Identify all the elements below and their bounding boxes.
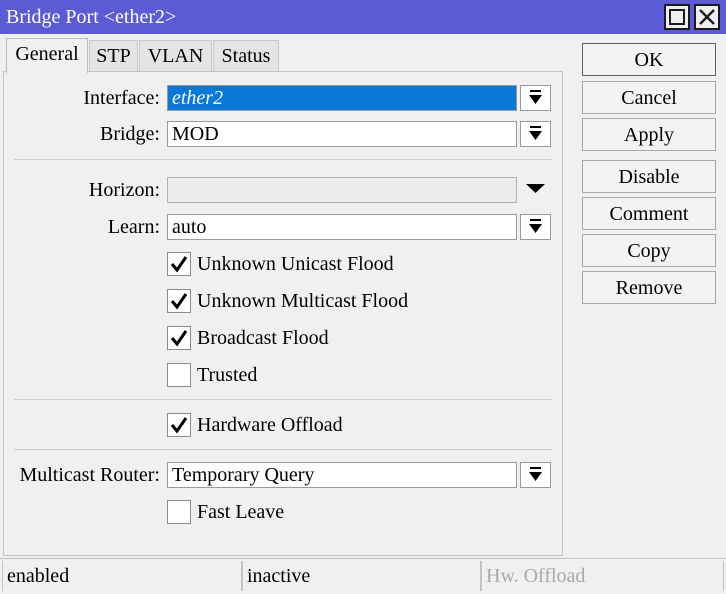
maximize-button[interactable] <box>664 4 690 30</box>
close-button[interactable] <box>694 4 720 30</box>
window-title: Bridge Port <ether2> <box>6 6 177 28</box>
bridge-dropdown-button[interactable] <box>520 121 551 147</box>
dropdown-arrow-icon <box>529 126 542 140</box>
unknown-unicast-flood-checkbox[interactable] <box>167 252 191 276</box>
apply-button[interactable]: Apply <box>582 118 716 151</box>
checkmark-icon <box>170 330 188 347</box>
triangle-down-icon <box>526 184 545 193</box>
learn-label: Learn: <box>107 216 160 238</box>
broadcast-flood-checkbox[interactable] <box>167 326 191 350</box>
tab-vlan[interactable]: VLAN <box>139 40 212 72</box>
unknown-unicast-flood-label: Unknown Unicast Flood <box>197 253 394 275</box>
close-icon <box>699 9 715 25</box>
bridge-field[interactable]: MOD <box>167 121 517 147</box>
multicast-router-label: Multicast Router: <box>19 464 160 486</box>
remove-button[interactable]: Remove <box>582 271 716 304</box>
trusted-checkbox[interactable] <box>167 363 191 387</box>
learn-field[interactable]: auto <box>167 214 517 240</box>
separator <box>14 399 552 400</box>
comment-button[interactable]: Comment <box>582 197 716 230</box>
status-bar: enabled inactive Hw. Offload <box>0 558 726 594</box>
horizon-field[interactable] <box>167 177 517 203</box>
tab-stp[interactable]: STP <box>89 40 138 72</box>
horizon-label: Horizon: <box>88 179 160 201</box>
title-bar[interactable]: Bridge Port <ether2> <box>0 0 726 34</box>
copy-button[interactable]: Copy <box>582 234 716 267</box>
checkmark-icon <box>170 293 188 310</box>
disable-button[interactable]: Disable <box>582 160 716 193</box>
unknown-multicast-flood-checkbox[interactable] <box>167 289 191 313</box>
fast-leave-checkbox[interactable] <box>167 500 191 524</box>
maximize-icon <box>669 9 685 25</box>
fast-leave-label: Fast Leave <box>197 501 285 523</box>
checkmark-icon <box>170 256 188 273</box>
status-enabled: enabled <box>2 561 242 591</box>
ok-button[interactable]: OK <box>582 43 716 76</box>
cancel-button[interactable]: Cancel <box>582 81 716 114</box>
bridge-port-window: Bridge Port <ether2> General STP VLAN St… <box>0 0 726 593</box>
broadcast-flood-label: Broadcast Flood <box>197 327 329 349</box>
trusted-label: Trusted <box>197 364 258 386</box>
dropdown-arrow-icon <box>529 467 542 481</box>
separator <box>14 449 552 450</box>
dropdown-arrow-icon <box>529 219 542 233</box>
bridge-label: Bridge: <box>100 123 160 145</box>
unknown-multicast-flood-label: Unknown Multicast Flood <box>197 290 409 312</box>
status-hw-offload: Hw. Offload <box>481 561 724 591</box>
multicast-router-field[interactable]: Temporary Query <box>167 462 517 488</box>
tab-general[interactable]: General <box>6 38 88 73</box>
interface-field[interactable]: ether2 <box>167 85 517 111</box>
multicast-router-dropdown-button[interactable] <box>520 462 551 488</box>
horizon-expand-button[interactable] <box>520 177 551 203</box>
hardware-offload-label: Hardware Offload <box>197 414 343 436</box>
learn-dropdown-button[interactable] <box>520 214 551 240</box>
interface-dropdown-button[interactable] <box>520 85 551 111</box>
separator <box>14 159 552 160</box>
checkmark-icon <box>170 417 188 434</box>
dropdown-arrow-icon <box>529 90 542 104</box>
tab-status[interactable]: Status <box>213 40 279 72</box>
hardware-offload-checkbox[interactable] <box>167 413 191 437</box>
interface-label: Interface: <box>83 87 160 109</box>
status-running: inactive <box>242 561 481 591</box>
